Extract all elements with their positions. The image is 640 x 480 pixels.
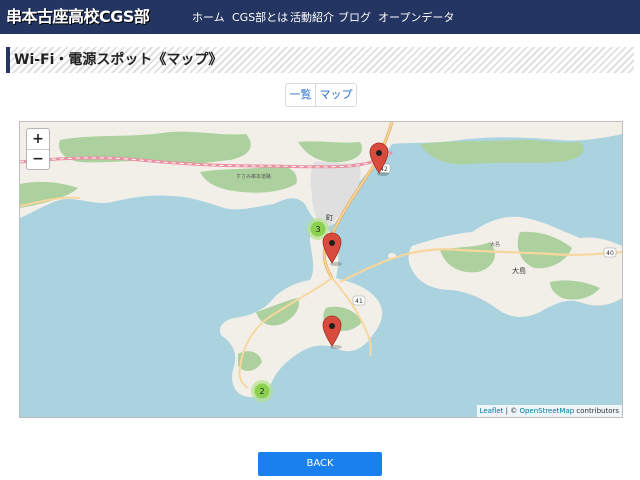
islet <box>245 378 251 382</box>
nav-item-home[interactable]: ホーム <box>192 10 225 26</box>
zoom-control: + − <box>26 128 50 170</box>
heading-accent-bar <box>6 47 10 73</box>
place-label-town: 町 <box>326 214 333 222</box>
cluster-count: 3 <box>315 225 320 234</box>
page-heading: Wi-Fi・電源スポット《マップ》 <box>6 47 634 73</box>
zoom-in-button[interactable]: + <box>27 129 49 149</box>
site-brand[interactable]: 串本古座高校CGS部 <box>6 7 150 27</box>
leaflet-link[interactable]: Leaflet <box>480 407 504 415</box>
place-label-oshima-small: 大島 <box>490 241 500 248</box>
view-toggle: 一覧 マップ <box>285 83 357 107</box>
page-title: Wi-Fi・電源スポット《マップ》 <box>14 52 223 68</box>
map-view[interactable]: 42 41 40 大島 大島 町 すさみ串本道路 3 2 + − Leaflet… <box>19 121 623 418</box>
list-view-button[interactable]: 一覧 <box>286 84 315 106</box>
map-attribution: Leaflet | © OpenStreetMap contributors <box>476 405 622 417</box>
nav-item-open-data[interactable]: オープンデータ <box>378 10 454 26</box>
map-tiles[interactable]: 42 41 40 大島 大島 町 すさみ串本道路 3 2 <box>20 122 622 417</box>
place-label-oshima: 大島 <box>512 266 526 275</box>
expressway-label: すさみ串本道路 <box>236 173 271 180</box>
zoom-out-button[interactable]: − <box>27 149 49 169</box>
nav-item-activities[interactable]: 活動紹介 <box>290 10 334 26</box>
cluster-count: 2 <box>259 387 264 396</box>
attribution-suffix: contributors <box>574 407 619 415</box>
route-41-label: 41 <box>355 298 363 305</box>
route-40-label: 40 <box>606 250 614 257</box>
nav-item-about[interactable]: CGS部とは <box>232 10 288 26</box>
nav-item-blog[interactable]: ブログ <box>338 10 371 26</box>
forest <box>420 139 584 165</box>
map-view-button[interactable]: マップ <box>316 84 356 106</box>
osm-link[interactable]: OpenStreetMap <box>519 407 574 415</box>
back-button[interactable]: BACK <box>258 452 382 476</box>
attribution-separator: | © <box>503 407 520 415</box>
top-navbar: 串本古座高校CGS部 ホーム CGS部とは 活動紹介 ブログ オープンデータ <box>0 0 640 34</box>
